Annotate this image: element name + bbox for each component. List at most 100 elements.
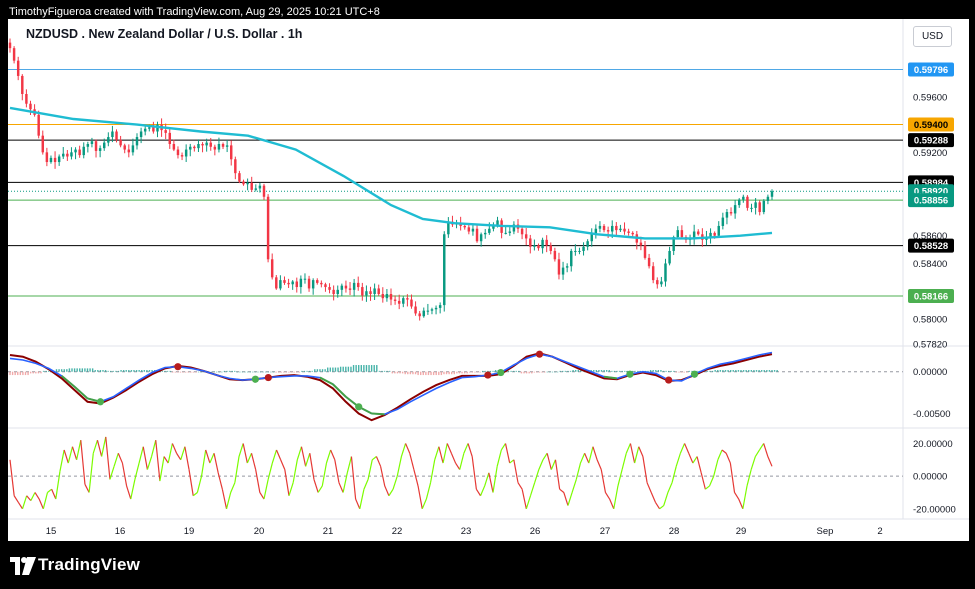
oscillator-segment <box>425 482 432 500</box>
candle-body <box>578 250 581 252</box>
candle-body <box>123 145 126 150</box>
macd-histogram-bar <box>141 370 143 372</box>
macd-histogram-bar <box>717 370 719 372</box>
macd-histogram-bar <box>164 370 166 372</box>
macd-histogram-bar <box>714 370 716 372</box>
macd-histogram-bar <box>27 371 29 376</box>
oscillator-segment <box>579 453 586 464</box>
oscillator-segment <box>309 453 315 480</box>
macd-histogram-bar <box>611 370 613 372</box>
candle-body <box>70 152 73 157</box>
macd-histogram-bar <box>40 371 42 374</box>
candle-body <box>430 309 434 311</box>
macd-histogram-bar <box>177 371 179 373</box>
candle-body <box>750 207 753 209</box>
candle-body <box>463 225 466 228</box>
oscillator-segment <box>708 475 715 487</box>
oscillator-segment <box>438 446 444 464</box>
time-axis-tick: 29 <box>736 526 747 537</box>
macd-histogram-bar <box>755 370 758 372</box>
oscillator-segment <box>13 495 19 503</box>
macd-histogram-bar <box>270 371 272 373</box>
macd-histogram-bar <box>479 371 481 373</box>
candle-body <box>246 182 249 185</box>
macd-histogram-bar <box>432 371 435 376</box>
candle-body <box>606 230 610 232</box>
candle-body <box>361 287 364 296</box>
macd-histogram-bar <box>190 371 192 373</box>
macd-histogram-bar <box>660 370 662 372</box>
macd-histogram-bar <box>541 371 543 373</box>
macd-histogram-bar <box>675 371 678 373</box>
candle-body <box>254 188 258 190</box>
candle-body <box>287 282 290 285</box>
oscillator-segment <box>388 488 394 497</box>
candle-body <box>131 145 135 153</box>
oscillator-segment <box>47 488 53 493</box>
macd-cross-marker <box>174 363 182 371</box>
candle-body <box>443 234 446 306</box>
candle-body <box>324 284 327 288</box>
chart-canvas[interactable]: 0.596000.592000.586000.584000.580000.578… <box>8 19 969 541</box>
tradingview-logo-icon[interactable] <box>10 557 36 575</box>
candle-body <box>623 228 626 232</box>
candle-body <box>393 299 397 301</box>
oscillator-segment <box>213 453 219 473</box>
price-axis-tick: 0.57820 <box>913 340 947 351</box>
oscillator-segment <box>538 459 544 470</box>
macd-histogram-bar <box>365 365 368 372</box>
candle-body <box>258 185 262 189</box>
macd-histogram-bar <box>381 370 383 372</box>
oscillator-segment <box>255 469 261 493</box>
candle-body <box>475 228 479 242</box>
price-axis-tick: 0.59200 <box>913 148 947 159</box>
oscillator-segment <box>504 443 511 464</box>
candle-body <box>328 287 331 290</box>
candle-body <box>615 225 618 231</box>
macd-histogram-bar <box>301 370 303 372</box>
candle-body <box>57 156 61 163</box>
macd-histogram-bar <box>569 370 572 372</box>
oscillator-segment <box>51 488 57 500</box>
macd-histogram-bar <box>89 368 91 372</box>
price-level-tag-label: 0.59400 <box>914 120 948 131</box>
macd-histogram-bar <box>683 371 685 373</box>
currency-button[interactable]: USD <box>913 26 952 47</box>
macd-histogram-bar <box>200 371 202 373</box>
oscillator-segment <box>721 449 727 454</box>
macd-histogram-bar <box>296 371 298 373</box>
macd-histogram-bar <box>523 371 525 374</box>
candle-body <box>529 238 532 247</box>
candle-body <box>574 250 577 252</box>
macd-histogram-bar <box>451 371 453 375</box>
macd-histogram-bar <box>110 370 112 372</box>
symbol-title[interactable]: NZDUSD . New Zealand Dollar / U.S. Dolla… <box>26 27 302 41</box>
candle-body <box>37 114 40 136</box>
macd-histogram-bar <box>11 371 14 376</box>
oscillator-segment <box>434 446 440 460</box>
macd-histogram-bar <box>670 370 672 372</box>
chart-area[interactable]: 0.59600 0.59200 0.58600 0.58400 0.58000 0.578… <box>8 19 969 541</box>
macd-histogram-bar <box>120 370 122 372</box>
macd-histogram-bar <box>758 370 760 372</box>
candle-body <box>299 278 303 288</box>
candle-body <box>565 266 569 268</box>
macd-histogram-bar <box>97 370 99 372</box>
oscillator-pane <box>8 436 903 510</box>
oscillator-segment <box>359 489 365 509</box>
candle-body <box>369 291 372 294</box>
time-axis[interactable]: 15 16 19 20 21 22 23 26 27 28 29 Sep 2 <box>46 526 883 537</box>
macd-histogram-bar <box>652 370 654 372</box>
oscillator-segment <box>692 456 698 464</box>
macd-histogram-bar <box>667 370 670 372</box>
oscillator-segment <box>638 446 644 457</box>
time-axis-tick: 19 <box>184 526 195 537</box>
macd-histogram-bar <box>327 367 329 372</box>
candle-body <box>234 159 237 174</box>
macd-histogram-bar <box>311 370 313 372</box>
oscillator-segment <box>684 443 690 454</box>
candle-body <box>754 202 757 208</box>
price-axis[interactable]: 0.596000.592000.586000.584000.580000.578… <box>913 92 956 515</box>
oscillator-segment <box>629 443 636 464</box>
macd-histogram-bar <box>709 370 711 372</box>
